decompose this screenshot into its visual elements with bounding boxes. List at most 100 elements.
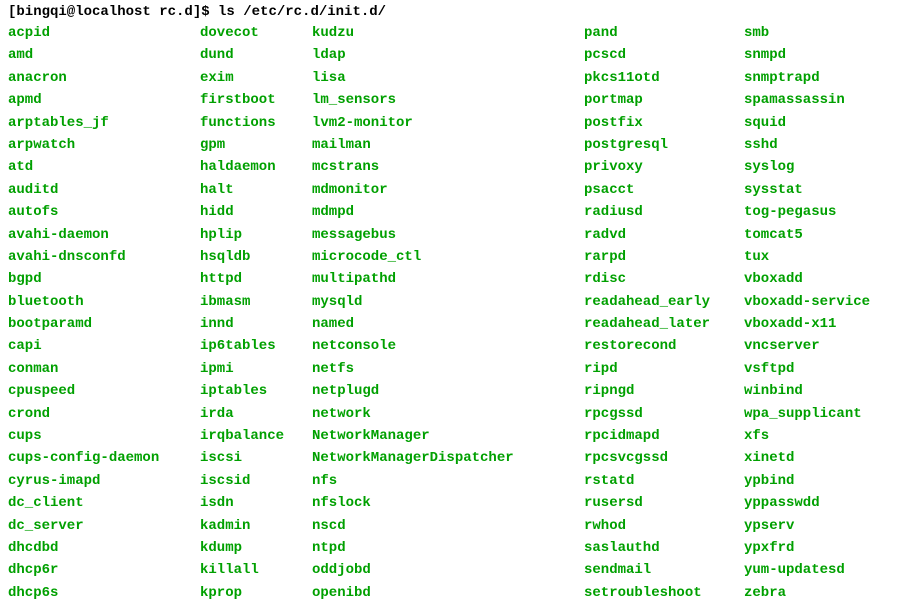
ls-entry: capi (8, 335, 200, 357)
ls-entry: exim (200, 67, 312, 89)
ls-entry: mysqld (312, 291, 584, 313)
ls-entry: dhcp6r (8, 559, 200, 581)
ls-entry: ip6tables (200, 335, 312, 357)
ls-entry: syslog (744, 156, 870, 178)
ls-entry: squid (744, 112, 870, 134)
ls-entry: mailman (312, 134, 584, 156)
ls-entry: kudzu (312, 22, 584, 44)
ls-entry: avahi-daemon (8, 224, 200, 246)
ls-entry: lisa (312, 67, 584, 89)
ls-entry: pcscd (584, 44, 744, 66)
ls-entry: conman (8, 358, 200, 380)
ls-entry: tux (744, 246, 870, 268)
ls-entry: tog-pegasus (744, 201, 870, 223)
ls-entry: iptables (200, 380, 312, 402)
ls-entry: yppasswdd (744, 492, 870, 514)
shell-prompt: [bingqi@localhost rc.d]$ ls /etc/rc.d/in… (8, 4, 906, 20)
ls-entry: NetworkManager (312, 425, 584, 447)
ls-entry: named (312, 313, 584, 335)
ls-entry: restorecond (584, 335, 744, 357)
ls-entry: rpcgssd (584, 403, 744, 425)
ls-column: acpidamdanacronapmdarptables_jfarpwatcha… (8, 22, 200, 604)
ls-entry: dund (200, 44, 312, 66)
ls-entry: gpm (200, 134, 312, 156)
ls-entry: NetworkManagerDispatcher (312, 447, 584, 469)
ls-entry: bluetooth (8, 291, 200, 313)
ls-entry: dc_client (8, 492, 200, 514)
ls-entry: arptables_jf (8, 112, 200, 134)
ls-entry: snmptrapd (744, 67, 870, 89)
ls-entry: dhcdbd (8, 537, 200, 559)
ls-output: acpidamdanacronapmdarptables_jfarpwatcha… (8, 22, 906, 604)
ls-entry: avahi-dnsconfd (8, 246, 200, 268)
ls-entry: functions (200, 112, 312, 134)
ls-entry: amd (8, 44, 200, 66)
ls-entry: yum-updatesd (744, 559, 870, 581)
ls-entry: nfslock (312, 492, 584, 514)
ls-entry: vboxadd-x11 (744, 313, 870, 335)
ls-entry: cpuspeed (8, 380, 200, 402)
ls-entry: ypbind (744, 470, 870, 492)
ls-entry: mdmonitor (312, 179, 584, 201)
ls-entry: dovecot (200, 22, 312, 44)
ls-entry: rarpd (584, 246, 744, 268)
ls-entry: vboxadd-service (744, 291, 870, 313)
ls-entry: pkcs11otd (584, 67, 744, 89)
ls-entry: privoxy (584, 156, 744, 178)
ls-entry: hplip (200, 224, 312, 246)
ls-entry: rusersd (584, 492, 744, 514)
ls-entry: killall (200, 559, 312, 581)
ls-entry: rpcsvcgssd (584, 447, 744, 469)
ls-entry: psacct (584, 179, 744, 201)
ls-entry: ntpd (312, 537, 584, 559)
ls-column: kudzuldaplisalm_sensorslvm2-monitormailm… (312, 22, 584, 604)
ls-entry: rstatd (584, 470, 744, 492)
ls-entry: radiusd (584, 201, 744, 223)
ls-entry: hidd (200, 201, 312, 223)
ls-entry: mcstrans (312, 156, 584, 178)
ls-entry: sysstat (744, 179, 870, 201)
ls-entry: lvm2-monitor (312, 112, 584, 134)
ls-entry: vsftpd (744, 358, 870, 380)
ls-entry: rpcidmapd (584, 425, 744, 447)
ls-entry: messagebus (312, 224, 584, 246)
ls-entry: smb (744, 22, 870, 44)
ls-entry: iscsi (200, 447, 312, 469)
ls-entry: irqbalance (200, 425, 312, 447)
ls-column: smbsnmpdsnmptrapdspamassassinsquidsshdsy… (744, 22, 870, 604)
ls-entry: mdmpd (312, 201, 584, 223)
ls-entry: anacron (8, 67, 200, 89)
ls-entry: radvd (584, 224, 744, 246)
ls-entry: nfs (312, 470, 584, 492)
ls-entry: wpa_supplicant (744, 403, 870, 425)
ls-entry: isdn (200, 492, 312, 514)
ls-entry: sshd (744, 134, 870, 156)
ls-entry: haldaemon (200, 156, 312, 178)
ls-entry: rdisc (584, 268, 744, 290)
ls-entry: httpd (200, 268, 312, 290)
ls-entry: netconsole (312, 335, 584, 357)
ls-entry: crond (8, 403, 200, 425)
ls-entry: ldap (312, 44, 584, 66)
ls-entry: vboxadd (744, 268, 870, 290)
ls-entry: openibd (312, 582, 584, 604)
ls-entry: multipathd (312, 268, 584, 290)
ls-entry: xfs (744, 425, 870, 447)
ls-entry: winbind (744, 380, 870, 402)
ls-entry: bootparamd (8, 313, 200, 335)
ls-entry: hsqldb (200, 246, 312, 268)
ls-entry: acpid (8, 22, 200, 44)
ls-entry: irda (200, 403, 312, 425)
ls-entry: xinetd (744, 447, 870, 469)
ls-entry: arpwatch (8, 134, 200, 156)
ls-entry: firstboot (200, 89, 312, 111)
ls-entry: kdump (200, 537, 312, 559)
ls-entry: portmap (584, 89, 744, 111)
ls-entry: netfs (312, 358, 584, 380)
ls-entry: innd (200, 313, 312, 335)
ls-entry: vncserver (744, 335, 870, 357)
ls-entry: autofs (8, 201, 200, 223)
ls-entry: postgresql (584, 134, 744, 156)
ls-entry: microcode_ctl (312, 246, 584, 268)
ls-entry: zebra (744, 582, 870, 604)
